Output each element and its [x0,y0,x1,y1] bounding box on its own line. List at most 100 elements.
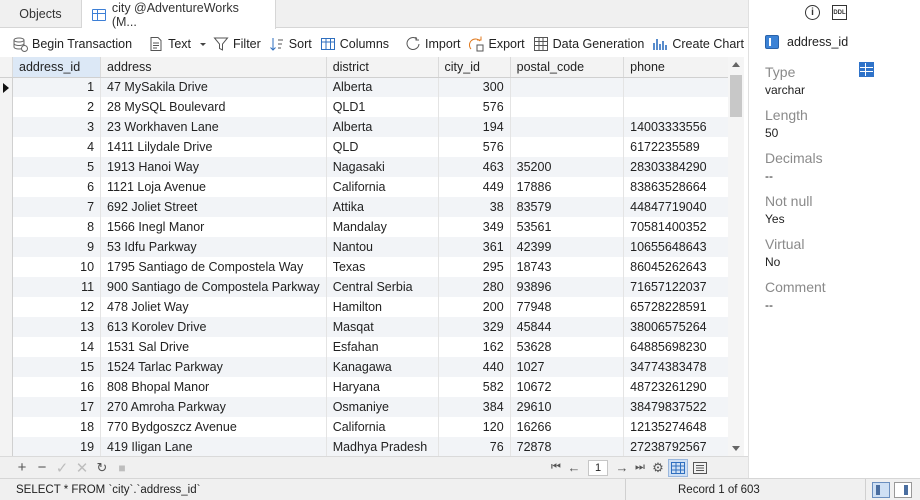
cell-city-id[interactable]: 120 [438,417,511,437]
tab-city-table[interactable]: city @AdventureWorks (M... [82,0,276,29]
toggle-left-pane-icon[interactable] [872,481,890,498]
row-header[interactable] [0,97,13,117]
cell-address[interactable]: 419 Iligan Lane [100,437,327,456]
cell-postal-code[interactable]: 1027 [510,357,625,377]
table-row[interactable]: 1 47 MySakila Drive Alberta 300 [0,77,744,97]
cell-phone[interactable]: 48723261290 [623,377,744,397]
cell-address-id[interactable]: 9 [12,237,102,257]
row-header[interactable] [0,77,13,97]
cell-address-id[interactable]: 4 [12,137,102,157]
cell-phone[interactable]: 28303384290 [623,157,744,177]
cell-postal-code[interactable]: 53628 [510,337,625,357]
settings-gear-icon[interactable]: ⚙ [650,460,666,476]
cell-postal-code[interactable]: 42399 [510,237,625,257]
cell-phone[interactable] [623,77,744,97]
cell-city-id[interactable]: 194 [438,117,511,137]
row-header[interactable] [0,277,13,297]
table-row[interactable]: 18 770 Bydgoszcz Avenue California 120 16266… [0,417,744,437]
cell-postal-code[interactable] [510,117,625,137]
cell-phone[interactable]: 12135274648 [623,417,744,437]
cell-postal-code[interactable]: 72878 [510,437,625,456]
cell-address-id[interactable]: 7 [12,197,102,217]
last-page-icon[interactable]: ⏭ [632,460,648,476]
import-button[interactable]: Import [403,32,466,56]
cell-city-id[interactable]: 449 [438,177,511,197]
table-row[interactable]: 10 1795 Santiago de Compostela Way Texas 29… [0,257,744,277]
cell-address[interactable]: 1566 Inegl Manor [100,217,327,237]
text-button[interactable]: Text [146,32,211,56]
cell-city-id[interactable]: 200 [438,297,511,317]
cell-postal-code[interactable]: 53561 [510,217,625,237]
columns-button[interactable]: Columns [318,32,395,56]
cell-address[interactable]: 28 MySQL Boulevard [100,97,327,117]
table-row[interactable]: 12 478 Joliet Way Hamilton 200 77948 65728228… [0,297,744,317]
cell-address[interactable]: 270 Amroha Parkway [100,397,327,417]
cell-district[interactable]: Hamilton [326,297,439,317]
next-page-icon[interactable]: → [614,460,630,476]
cell-address[interactable]: 1121 Loja Avenue [100,177,327,197]
cell-city-id[interactable]: 349 [438,217,511,237]
column-header-address-id[interactable]: address_id [12,57,102,78]
cell-phone[interactable]: 71657122037 [623,277,744,297]
cell-district[interactable]: Alberta [326,77,439,97]
cell-address[interactable]: 692 Joliet Street [100,197,327,217]
cell-address[interactable]: 900 Santiago de Compostela Parkway [100,277,327,297]
cell-address-id[interactable]: 11 [12,277,102,297]
row-header[interactable] [0,197,13,217]
cell-address-id[interactable]: 16 [12,377,102,397]
cell-phone[interactable]: 10655648643 [623,237,744,257]
table-row[interactable]: 11 900 Santiago de Compostela Parkway Cent… [0,277,744,297]
table-row[interactable]: 2 28 MySQL Boulevard QLD1 576 [0,97,744,117]
cell-city-id[interactable]: 576 [438,97,511,117]
cell-district[interactable]: Nagasaki [326,157,439,177]
begin-transaction-button[interactable]: Begin Transaction [10,32,138,56]
cell-district[interactable]: Madhya Pradesh [326,437,439,456]
info-icon[interactable]: i [805,5,820,20]
cell-city-id[interactable]: 38 [438,197,511,217]
apply-changes-icon[interactable]: ✓ [54,460,70,477]
cell-postal-code[interactable] [510,97,625,117]
cell-phone[interactable]: 65728228591 [623,297,744,317]
row-header[interactable] [0,177,13,197]
ddl-icon[interactable]: DDL [832,5,847,20]
cell-phone[interactable]: 38006575264 [623,317,744,337]
cell-district[interactable]: Mandalay [326,217,439,237]
row-header[interactable] [0,297,13,317]
cell-district[interactable]: Osmaniye [326,397,439,417]
add-record-icon[interactable]: + [14,459,30,476]
tab-objects[interactable]: Objects [0,0,82,28]
cell-address[interactable]: 1795 Santiago de Compostela Way [100,257,327,277]
cell-address[interactable]: 1411 Lilydale Drive [100,137,327,157]
table-row[interactable]: 9 53 Idfu Parkway Nantou 361 42399 1065564864… [0,237,744,257]
scroll-up-arrow-icon[interactable] [732,62,740,67]
cell-city-id[interactable]: 576 [438,137,511,157]
row-header[interactable] [0,137,13,157]
cell-city-id[interactable]: 463 [438,157,511,177]
cell-postal-code[interactable]: 93896 [510,277,625,297]
scrollbar-thumb[interactable] [730,75,742,117]
cell-district[interactable]: California [326,417,439,437]
field-list-icon[interactable] [859,62,874,77]
form-view-icon[interactable] [690,459,710,477]
data-generation-button[interactable]: Data Generation [531,32,651,56]
row-header[interactable] [0,357,13,377]
row-header[interactable] [0,237,13,257]
row-header[interactable] [0,417,13,437]
cell-postal-code[interactable] [510,77,625,97]
cell-phone[interactable]: 83863528664 [623,177,744,197]
cell-address-id[interactable]: 14 [12,337,102,357]
cell-address[interactable]: 1524 Tarlac Parkway [100,357,327,377]
cell-phone[interactable] [623,97,744,117]
stop-icon[interactable]: ■ [114,460,130,476]
cell-district[interactable]: Esfahan [326,337,439,357]
row-header[interactable] [0,117,13,137]
table-row[interactable]: 8 1566 Inegl Manor Mandalay 349 53561 7058140… [0,217,744,237]
cell-city-id[interactable]: 300 [438,77,511,97]
table-row[interactable]: 4 1411 Lilydale Drive QLD 576 6172235589 [0,137,744,157]
row-header[interactable] [0,157,13,177]
toggle-right-pane-icon[interactable] [894,481,912,498]
cell-postal-code[interactable]: 77948 [510,297,625,317]
cell-postal-code[interactable]: 83579 [510,197,625,217]
row-header[interactable] [0,397,13,417]
table-row[interactable]: 6 1121 Loja Avenue California 449 17886 83863… [0,177,744,197]
